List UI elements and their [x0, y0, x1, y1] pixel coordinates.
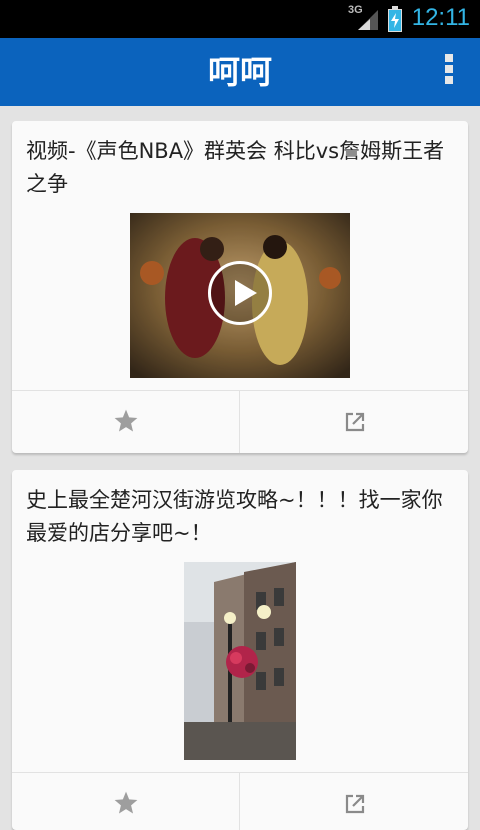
card-action-bar [12, 772, 468, 830]
action-bar: 呵呵 [0, 38, 480, 106]
play-icon[interactable] [208, 261, 272, 325]
share-button[interactable] [240, 391, 467, 453]
share-button[interactable] [240, 773, 467, 830]
status-bar: 3G 12:11 [0, 0, 480, 38]
star-icon [114, 409, 138, 432]
feed-card[interactable]: 史上最全楚河汉街游览攻略~！！！找一家你最爱的店分享吧~！ [12, 470, 468, 830]
star-icon [114, 791, 138, 814]
favorite-button[interactable] [12, 391, 240, 453]
favorite-button[interactable] [12, 773, 240, 830]
clock: 12:11 [411, 4, 470, 31]
video-thumbnail[interactable] [130, 213, 350, 378]
article-image-picture [184, 562, 296, 760]
article-image[interactable] [184, 562, 296, 760]
overflow-menu-icon[interactable] [442, 54, 456, 90]
open-external-icon [345, 794, 365, 814]
feed-card-title[interactable]: 史上最全楚河汉街游览攻略~！！！找一家你最爱的店分享吧~！ [26, 484, 454, 550]
feed-card[interactable]: 视频-《声色NBA》群英会 科比vs詹姆斯王者之争 [12, 121, 468, 453]
card-action-bar [12, 390, 468, 453]
page-title: 呵呵 [207, 53, 272, 91]
signal-icon [358, 10, 378, 30]
battery-charging-icon [388, 6, 402, 32]
open-external-icon [345, 412, 365, 432]
feed-card-title[interactable]: 视频-《声色NBA》群英会 科比vs詹姆斯王者之争 [26, 135, 454, 201]
